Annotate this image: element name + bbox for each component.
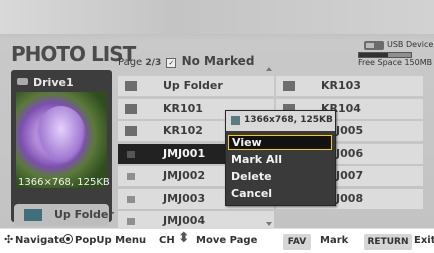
photo-icon: [127, 218, 135, 225]
return-button[interactable]: RETURN: [364, 234, 412, 250]
move-page-label: Move Page: [196, 235, 258, 246]
scroll-down-arrow-icon[interactable]: [266, 222, 272, 226]
photo-preview: [16, 92, 107, 188]
exit-label: Exit: [414, 235, 434, 246]
up-folder-button[interactable]: Up Folder: [14, 204, 114, 226]
popup-menu: 1366x768, 125KB View Mark All Delete Cancel: [225, 110, 336, 206]
footer-bar: ✣ Navigate PopUp Menu CH ⬍ Move Page FAV…: [0, 229, 434, 253]
preview-panel: Drive1 1366×768, 125KB Up Folder: [11, 70, 114, 226]
usb-space-bar-fill: [359, 53, 388, 57]
popup-menu-label: PopUp Menu: [75, 235, 147, 246]
drive-icon: [17, 78, 28, 85]
navigate-label: Navigate: [15, 235, 66, 246]
page-prefix: Page: [118, 57, 143, 68]
popup-item-mark-all[interactable]: Mark All: [228, 152, 332, 167]
list-item[interactable]: Up Folder: [118, 76, 274, 96]
up-folder-button-label: Up Folder: [54, 208, 114, 221]
drive-label: Drive1: [17, 76, 74, 89]
photo-icon: [127, 195, 135, 203]
folder-up-icon: [125, 81, 137, 91]
list-item-label: KR102: [163, 124, 203, 137]
photo-icon: [231, 116, 240, 125]
marked-status: No Marked: [181, 54, 255, 68]
ok-button-icon: [63, 234, 73, 244]
list-item-label: Up Folder: [163, 79, 223, 92]
list-item[interactable]: KR103: [276, 76, 423, 96]
mark-label: Mark: [320, 235, 349, 246]
photo-icon: [127, 173, 135, 180]
list-item-label: JMJ002: [163, 169, 206, 182]
popup-header-text: 1366x768, 125KB: [244, 115, 333, 125]
folder-icon: [283, 81, 295, 91]
list-item-label: JMJ004: [163, 214, 206, 227]
list-item[interactable]: JMJ004: [118, 211, 274, 231]
page-title: PHOTO LIST: [11, 42, 136, 66]
preview-resolution: 1366×768, 125KB: [18, 177, 110, 188]
photo-icon: [127, 150, 135, 158]
fav-button[interactable]: FAV: [283, 234, 311, 250]
page-info: Page 2/3 ✓ No Marked: [118, 54, 254, 68]
checkbox-icon: ✓: [166, 58, 177, 68]
folder-icon: [125, 126, 137, 136]
free-space-label: Free Space 150MB: [358, 58, 433, 67]
page-number: 2/3: [145, 58, 162, 68]
list-item-label: KR101: [163, 101, 203, 115]
popup-item-view[interactable]: View: [228, 135, 332, 150]
popup-item-delete[interactable]: Delete: [228, 169, 332, 184]
top-banner: [0, 0, 434, 34]
usb-device-label: USB Device: [387, 40, 434, 49]
usb-device-icon: [364, 41, 384, 50]
list-item-label: JMJ003: [163, 191, 206, 205]
ch-label: CH: [159, 235, 175, 246]
folder-icon: [125, 103, 137, 114]
drive-name: Drive1: [33, 76, 74, 89]
list-item-label: KR103: [321, 79, 361, 92]
popup-item-cancel[interactable]: Cancel: [228, 186, 332, 201]
list-item-label: JMJ001: [163, 146, 206, 160]
navigate-icon: ✣: [4, 233, 14, 246]
popup-header: 1366x768, 125KB: [226, 111, 335, 131]
folder-up-icon: [24, 209, 42, 221]
photo-list-screen: PHOTO LIST Page 2/3 ✓ No Marked USB Devi…: [0, 0, 434, 253]
ch-updown-icon: ⬍: [178, 230, 190, 246]
